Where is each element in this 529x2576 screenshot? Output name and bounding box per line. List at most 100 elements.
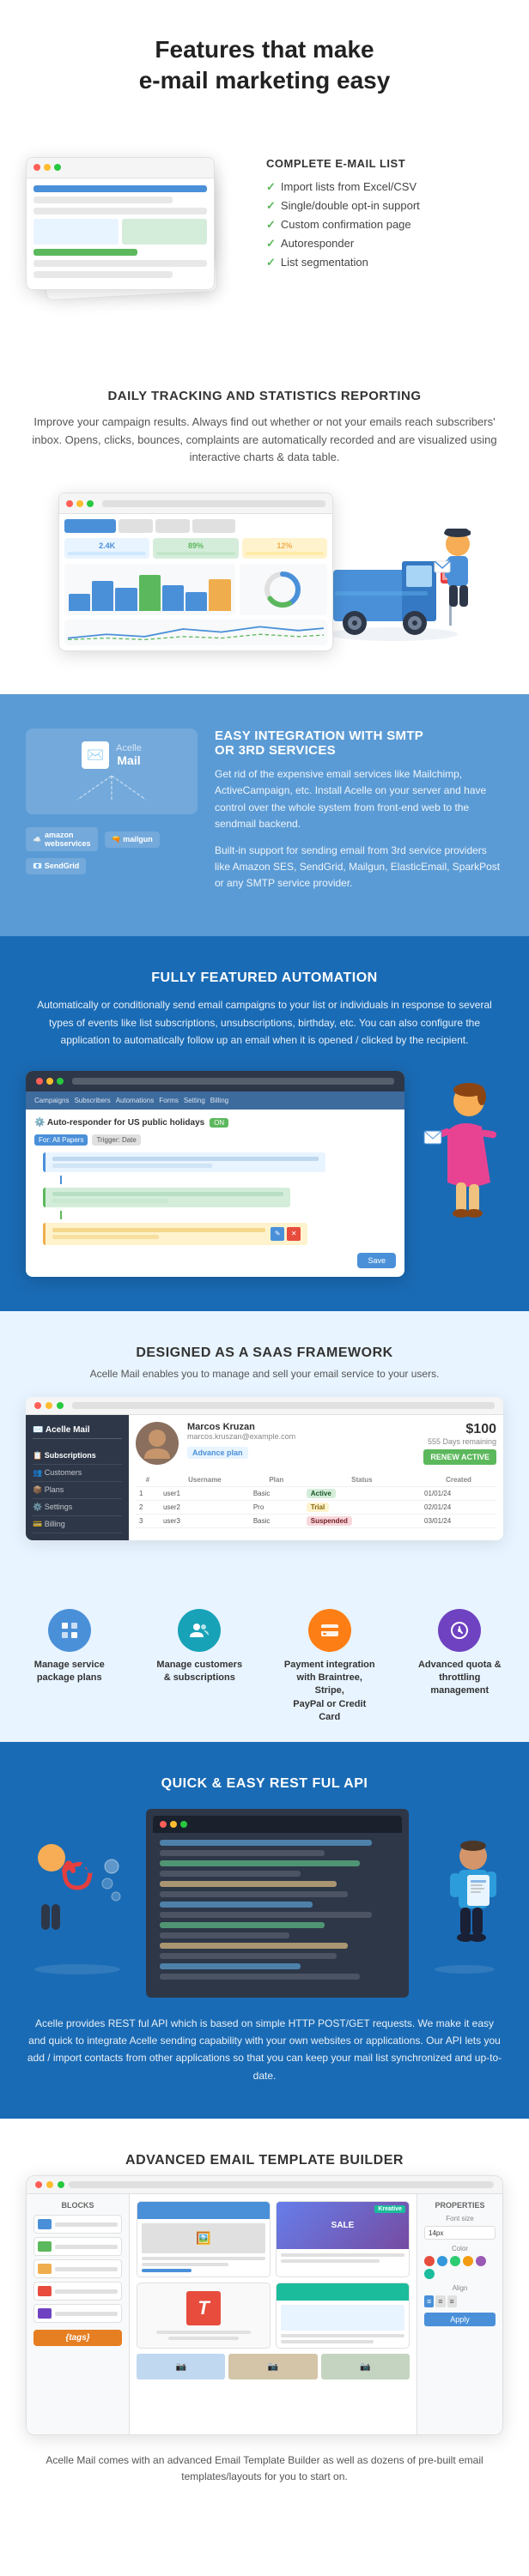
- api-section: QUICK & EASY REST FUL API: [0, 1742, 529, 2119]
- template-card-4: [276, 2283, 410, 2349]
- template-card-1: 🖼️: [137, 2201, 271, 2277]
- template-title: ADVANCED EMAIL TEMPLATE BUILDER: [26, 2153, 503, 2168]
- table-row: 2 user2 Pro Trial 02/01/24: [136, 1500, 496, 1514]
- nav-subscriptions[interactable]: 📋 Subscriptions: [33, 1448, 122, 1465]
- automation-section: FULLY FEATURED AUTOMATION Automatically …: [0, 936, 529, 1310]
- tracking-section: DAILY TRACKING AND STATISTICS REPORTING …: [0, 363, 529, 694]
- user-plan-badge: Advance plan: [187, 1447, 248, 1459]
- saas-window-header: [26, 1397, 503, 1415]
- subscriptions-table: # Username Plan Status Created 1 user1 B…: [136, 1473, 496, 1528]
- email-list-features: Import lists from Excel/CSV Single/doubl…: [266, 180, 503, 269]
- saas-title: DESIGNED AS A SAAS FRAMEWORK: [26, 1345, 503, 1361]
- tracking-desc: Improve your campaign results. Always fi…: [26, 414, 503, 467]
- status-badge: Trial: [307, 1503, 329, 1512]
- provider-logos: ☁️ amazonwebservices 🔫 mailgun 📧 SendGri…: [26, 827, 198, 874]
- saas-profile-card: Marcos Kruzan marcos.kruszan@example.com…: [136, 1422, 496, 1465]
- email-list-section: COMPLETE E-MAIL LIST Import lists from E…: [0, 140, 529, 363]
- smtp-inner: ✉️ Acelle Mail ☁️: [26, 729, 503, 902]
- saas-main-content: Marcos Kruzan marcos.kruszan@example.com…: [129, 1415, 503, 1540]
- automation-desc: Automatically or conditionally send emai…: [26, 996, 503, 1049]
- status-badge: Active: [307, 1489, 336, 1498]
- automation-title: FULLY FEATURED AUTOMATION: [26, 971, 503, 986]
- saas-subscriptions-window: ✉️ Acelle Mail 📋 Subscriptions 👥 Custome…: [26, 1397, 503, 1540]
- nav-billing[interactable]: 💳 Billing: [33, 1516, 122, 1533]
- user-days: 555 Days remaining: [423, 1437, 496, 1446]
- amazon-provider: ☁️ amazonwebservices: [26, 827, 98, 851]
- align-right-btn[interactable]: ≡: [447, 2295, 457, 2307]
- api-description: Acelle provides REST ful API which is ba…: [26, 2015, 503, 2085]
- smtp-desc1: Get rid of the expensive email services …: [215, 766, 503, 832]
- nav-customers[interactable]: 👥 Customers: [33, 1465, 122, 1482]
- api-person-right: [426, 1823, 503, 1982]
- smtp-desc2: Built-in support for sending email from …: [215, 843, 503, 892]
- apply-btn[interactable]: Apply: [424, 2313, 496, 2326]
- col-created: Created: [421, 1473, 496, 1487]
- feature-quota: Advanced quota &throttling management: [412, 1609, 507, 1725]
- email-list-mockup: [26, 157, 249, 329]
- user-price: $100: [423, 1422, 496, 1437]
- feature-item-1: Import lists from Excel/CSV: [266, 180, 503, 194]
- hero-title: Features that make e-mail marketing easy: [34, 34, 495, 97]
- api-code-window: [146, 1809, 409, 1998]
- automation-window: Campaigns Subscribers Automations Forms …: [26, 1071, 404, 1277]
- tags-badge: {tags}: [33, 2330, 122, 2346]
- template-description: Acelle Mail comes with an advanced Email…: [26, 2452, 503, 2485]
- align-center-btn[interactable]: ≡: [435, 2295, 445, 2307]
- automation-body: ⚙️ Auto-responder for US public holidays…: [26, 1110, 404, 1277]
- table-row: 3 user3 Basic Suspended 03/01/24: [136, 1514, 496, 1527]
- customers-label: Manage customers& subscriptions: [156, 1659, 242, 1685]
- customers-icon: [178, 1609, 221, 1652]
- template-builder-section: ADVANCED EMAIL TEMPLATE BUILDER Blocks: [0, 2119, 529, 2537]
- col-status: Status: [303, 1473, 421, 1487]
- user-name: Marcos Kruzan: [187, 1422, 415, 1432]
- saas-sidebar-layout: ✉️ Acelle Mail 📋 Subscriptions 👥 Custome…: [26, 1415, 503, 1540]
- automation-header: [26, 1071, 404, 1091]
- nav-plans[interactable]: 📦 Plans: [33, 1482, 122, 1499]
- saas-section: DESIGNED AS A SAAS FRAMEWORK Acelle Mail…: [0, 1311, 529, 1592]
- align-left-btn[interactable]: ≡: [424, 2295, 434, 2307]
- smtp-left: ✉️ Acelle Mail ☁️: [26, 729, 198, 874]
- template-T-logo: T: [186, 2291, 221, 2325]
- template-card-3: T: [137, 2283, 271, 2349]
- feature-service-plans: Manage servicepackage plans: [22, 1609, 117, 1725]
- feature-item-5: List segmentation: [266, 256, 503, 269]
- mailgun-provider: 🔫 mailgun: [105, 831, 160, 848]
- api-person-left: [26, 1823, 129, 1982]
- smtp-section: ✉️ Acelle Mail ☁️: [0, 694, 529, 936]
- status-badge: Suspended: [307, 1516, 352, 1526]
- user-avatar: [136, 1422, 179, 1465]
- kreative-badge: Kreative: [374, 2205, 405, 2213]
- save-automation-btn[interactable]: Save: [357, 1253, 396, 1268]
- renew-active-btn[interactable]: RENEW ACTIVE: [423, 1449, 496, 1465]
- smtp-title: EASY INTEGRATION WITH SMTPOR 3RD SERVICE…: [215, 729, 503, 758]
- hero-section: Features that make e-mail marketing easy: [0, 0, 529, 140]
- window-dots: [36, 1078, 64, 1085]
- api-inner: [26, 1809, 503, 1998]
- feature-item-3: Custom confirmation page: [266, 218, 503, 232]
- nav-settings[interactable]: ⚙️ Settings: [33, 1499, 122, 1516]
- col-username: Username: [160, 1473, 250, 1487]
- service-plans-label: Manage servicepackage plans: [34, 1659, 105, 1685]
- saas-nav: ✉️ Acelle Mail 📋 Subscriptions 👥 Custome…: [26, 1415, 129, 1540]
- email-list-section-tag: COMPLETE E-MAIL LIST: [266, 157, 503, 170]
- features-row: Manage servicepackage plans Manage custo…: [0, 1592, 529, 1742]
- service-plans-icon: [48, 1609, 91, 1652]
- saas-profile-info: Marcos Kruzan marcos.kruszan@example.com…: [187, 1422, 415, 1465]
- user-email: marcos.kruszan@example.com: [187, 1432, 415, 1441]
- feature-payment: Payment integrationwith Braintree, Strip…: [283, 1609, 377, 1725]
- sendgrid-provider: 📧 SendGrid: [26, 858, 86, 874]
- col-plan: Plan: [250, 1473, 303, 1487]
- api-title: QUICK & EASY REST FUL API: [26, 1776, 503, 1792]
- tracking-title: DAILY TRACKING AND STATISTICS REPORTING: [26, 389, 503, 403]
- quota-label: Advanced quota &throttling management: [412, 1659, 507, 1698]
- automation-person-illustration: [417, 1071, 503, 1247]
- template-card-2: SALE Kreative: [276, 2201, 410, 2277]
- feature-item-2: Single/double opt-in support: [266, 199, 503, 213]
- payment-label: Payment integrationwith Braintree, Strip…: [283, 1659, 377, 1725]
- smtp-right: EASY INTEGRATION WITH SMTPOR 3RD SERVICE…: [215, 729, 503, 902]
- feature-customers: Manage customers& subscriptions: [152, 1609, 246, 1725]
- saas-desc: Acelle Mail enables you to manage and se…: [26, 1368, 503, 1380]
- email-list-content: COMPLETE E-MAIL LIST Import lists from E…: [266, 157, 503, 275]
- quota-icon: [438, 1609, 481, 1652]
- col-num: #: [136, 1473, 160, 1487]
